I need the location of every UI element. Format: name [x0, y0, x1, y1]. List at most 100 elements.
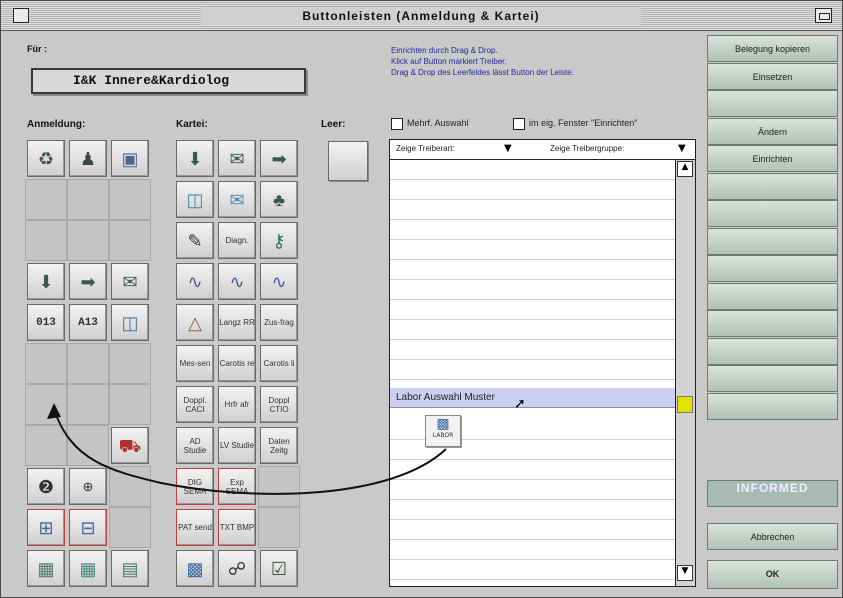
treiber-list[interactable]: Zeige Treiberart: ▼ Zeige Treibergruppe:…	[389, 139, 696, 587]
empty-sidebar-button[interactable]	[707, 392, 838, 420]
print-fax-button[interactable]: ✉	[218, 140, 256, 177]
empty-sidebar-button[interactable]	[707, 255, 838, 282]
daten-zeitg-button[interactable]: Daten Zeitg	[260, 427, 298, 464]
printer-right-button[interactable]: ➡	[69, 263, 107, 300]
list-row[interactable]	[390, 540, 675, 560]
empty-sidebar-button[interactable]	[707, 282, 838, 310]
empty-sidebar-button[interactable]	[707, 365, 838, 392]
list-row[interactable]	[390, 480, 675, 500]
empty-slot[interactable]	[109, 507, 151, 548]
empty-slot[interactable]	[67, 220, 109, 261]
print-right-button[interactable]: ➡	[260, 140, 298, 177]
dig-sema-button[interactable]: DIG SEMA	[176, 468, 214, 505]
ecg-b-button[interactable]: ∿	[218, 263, 256, 300]
list-row[interactable]	[390, 320, 675, 340]
lv-studie-button[interactable]: LV Studie	[218, 427, 256, 464]
list-row[interactable]	[390, 360, 675, 380]
title-bar[interactable]: Buttonleisten (Anmeldung & Kartei)	[1, 1, 842, 31]
tree-button[interactable]: ♣	[260, 181, 298, 218]
empty-slot[interactable]	[25, 343, 67, 384]
fenster-checkbox[interactable]	[513, 118, 525, 130]
exp-sema-button[interactable]: Exp SEMA	[218, 468, 256, 505]
empty-slot[interactable]	[25, 179, 67, 220]
diagn-button[interactable]: Diagn.	[218, 222, 256, 259]
list-row[interactable]	[390, 240, 675, 260]
belegung-kopieren-button[interactable]: Belegung kopieren	[707, 35, 838, 62]
empty-slot[interactable]	[109, 384, 151, 425]
zoom-box[interactable]	[815, 8, 832, 23]
close-box[interactable]	[13, 8, 29, 23]
empty-slot[interactable]	[109, 220, 151, 261]
list-row[interactable]	[390, 160, 675, 180]
list-row[interactable]	[390, 180, 675, 200]
bar-chart-button[interactable]: ▩	[176, 550, 214, 587]
window-icon-button[interactable]: ◫	[111, 304, 149, 341]
empty-sidebar-button[interactable]	[707, 90, 838, 117]
patient-icon-button[interactable]: ♟	[69, 140, 107, 177]
abbrechen-button[interactable]: Abbrechen	[707, 523, 838, 550]
ecg-r-button[interactable]: ∿	[176, 263, 214, 300]
txt-bmp-button[interactable]: TXT BMP	[218, 509, 256, 546]
empty-sidebar-button[interactable]	[707, 172, 838, 200]
chart-icon-button[interactable]: ▤	[111, 550, 149, 587]
car-icon-button[interactable]: ⛟	[111, 427, 149, 464]
empty-slot[interactable]	[109, 179, 151, 220]
ecg-graph-button[interactable]: △	[176, 304, 214, 341]
list-row[interactable]	[390, 500, 675, 520]
code-a13-button[interactable]: A13	[69, 304, 107, 341]
empty-slot[interactable]	[258, 507, 300, 548]
list-row[interactable]	[390, 520, 675, 540]
empty-sidebar-button[interactable]	[707, 227, 838, 255]
selected-row[interactable]: Labor Auswahl Muster ➚	[390, 388, 675, 412]
list-add-button[interactable]: ⊞	[27, 509, 65, 546]
list-row[interactable]	[390, 280, 675, 300]
list-edit-button[interactable]: ⊟	[69, 509, 107, 546]
empty-sidebar-button[interactable]	[707, 337, 838, 365]
printer-fax-button[interactable]: ✉	[111, 263, 149, 300]
scroll-thumb[interactable]	[677, 396, 693, 413]
mail-button[interactable]: ✉	[218, 181, 256, 218]
doppl-caci-button[interactable]: Doppl. CACI	[176, 386, 214, 423]
toggle-icon-button[interactable]: ⊕	[69, 468, 107, 505]
treiberart-dropdown-icon[interactable]: ▼	[504, 143, 512, 154]
ad-studie-button[interactable]: AD Studie	[176, 427, 214, 464]
leer-empty-button[interactable]	[328, 141, 368, 181]
empty-slot[interactable]	[67, 343, 109, 384]
scroll-down-arrow[interactable]: ▼	[677, 565, 693, 581]
einrichten-button[interactable]: Einrichten	[707, 145, 838, 172]
printer-down-button[interactable]: ⬇	[27, 263, 65, 300]
help-icon-button[interactable]: ❷	[27, 468, 65, 505]
treibergruppe-dropdown-icon[interactable]: ▼	[678, 143, 686, 154]
network-button[interactable]: ☍	[218, 550, 256, 587]
edit-button[interactable]: ✎	[176, 222, 214, 259]
print-down-button[interactable]: ⬇	[176, 140, 214, 177]
scroll-up-arrow[interactable]: ▲	[677, 161, 693, 177]
ändern-button[interactable]: Ändern	[707, 117, 838, 145]
dragged-labor-button[interactable]: ▩ LABOR	[425, 415, 461, 447]
carotis-re-button[interactable]: Carotis re	[218, 345, 256, 382]
key-button[interactable]: ⚷	[260, 222, 298, 259]
empty-sidebar-button[interactable]	[707, 310, 838, 337]
einsetzen-button[interactable]: Einsetzen	[707, 62, 838, 90]
list-row[interactable]	[390, 220, 675, 240]
list-row[interactable]	[390, 300, 675, 320]
list-row[interactable]	[390, 460, 675, 480]
doppl-ctio-button[interactable]: Doppl CTIO	[260, 386, 298, 423]
checklist-button[interactable]: ☑	[260, 550, 298, 587]
ecg-l-button[interactable]: ∿	[260, 263, 298, 300]
empty-slot[interactable]	[258, 466, 300, 507]
door-icon-button[interactable]: ▣	[111, 140, 149, 177]
empty-slot[interactable]	[67, 384, 109, 425]
list-row[interactable]	[390, 340, 675, 360]
list-row[interactable]	[390, 200, 675, 220]
hrfr-afr-button[interactable]: Hrfr afr	[218, 386, 256, 423]
empty-slot[interactable]	[67, 179, 109, 220]
zus-frag-button[interactable]: Zus-frag	[260, 304, 298, 341]
empty-slot[interactable]	[109, 466, 151, 507]
ok-button[interactable]: OK	[707, 560, 838, 589]
map-icon-button[interactable]: ▦	[27, 550, 65, 587]
grid-icon-button[interactable]: ▦	[69, 550, 107, 587]
mehrf-checkbox[interactable]	[391, 118, 403, 130]
window-button[interactable]: ◫	[176, 181, 214, 218]
doctor-icon-button[interactable]: ♻	[27, 140, 65, 177]
